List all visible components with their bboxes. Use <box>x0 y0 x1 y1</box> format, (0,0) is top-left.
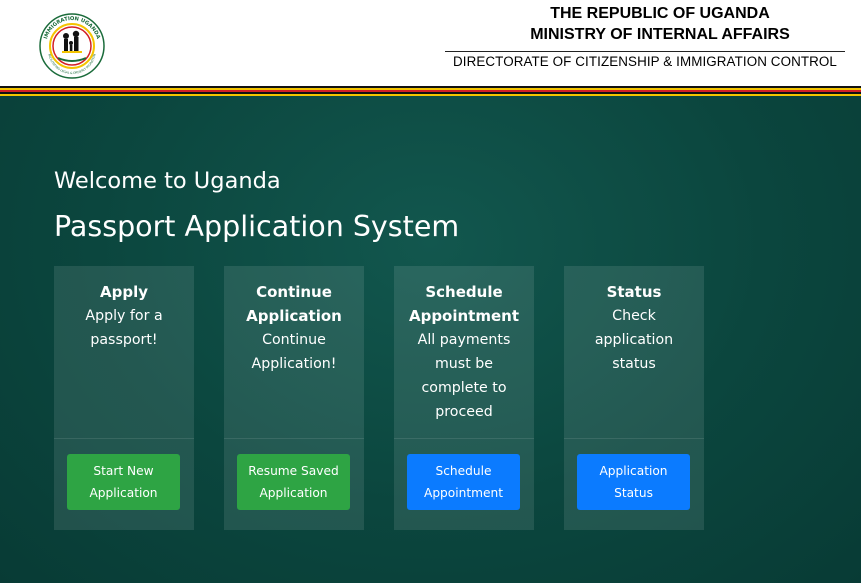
card-title: Status <box>606 283 662 301</box>
card-text: Continue Application! <box>251 332 337 372</box>
schedule-appointment-button[interactable]: Schedule Appointment <box>407 454 520 510</box>
card-title: Apply <box>99 283 148 301</box>
header-divider <box>445 51 845 52</box>
card-schedule-appointment: Schedule Appointment All payments must b… <box>394 266 534 530</box>
header-directorate: DIRECTORATE OF CITIZENSHIP & IMMIGRATION… <box>453 54 837 69</box>
card-text: Apply for a passport! <box>85 308 163 348</box>
card-title: Continue Application <box>246 283 342 325</box>
header-text-block: THE REPUBLIC OF UGANDA MINISTRY OF INTER… <box>445 4 845 70</box>
site-header: IMMIGRATION UGANDA FACILITATING LEGAL & … <box>0 0 861 86</box>
page-title: Passport Application System <box>54 210 460 243</box>
welcome-heading: Welcome to Uganda <box>54 168 281 194</box>
card-title: Schedule Appointment <box>408 283 520 325</box>
card-text: Check application status <box>594 308 674 372</box>
card-text: All payments must be complete to proceed <box>417 332 511 420</box>
header-republic: THE REPUBLIC OF UGANDA <box>550 5 770 22</box>
card-apply: Apply Apply for a passport! Start New Ap… <box>54 266 194 530</box>
card-continue-application: Continue Application Continue Applicatio… <box>224 266 364 530</box>
main-content: Welcome to Uganda Passport Application S… <box>0 96 861 583</box>
resume-saved-application-button[interactable]: Resume Saved Application <box>237 454 350 510</box>
flag-stripes <box>0 86 861 96</box>
card-status: Status Check application status Applicat… <box>564 266 704 530</box>
header-ministry: MINISTRY OF INTERNAL AFFAIRS <box>530 26 790 43</box>
immigration-uganda-logo-icon[interactable]: IMMIGRATION UGANDA FACILITATING LEGAL & … <box>38 12 106 80</box>
start-new-application-button[interactable]: Start New Application <box>67 454 180 510</box>
application-status-button[interactable]: Application Status <box>577 454 690 510</box>
